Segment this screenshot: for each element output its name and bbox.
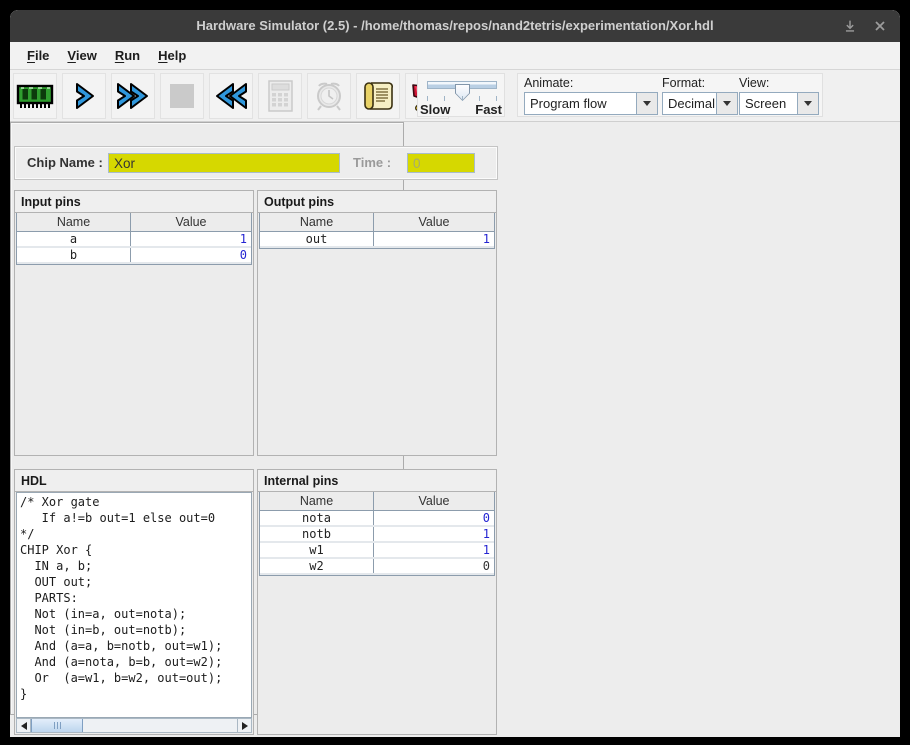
calculator-icon [264, 78, 296, 114]
format-label: Format: [662, 76, 738, 90]
column-header-name: Name [17, 213, 131, 231]
pin-name: w2 [260, 559, 374, 573]
triangle-left-icon [21, 722, 27, 730]
internal-pins-table: Name Value nota 0 notb 1 w1 1 w2 0 [259, 492, 495, 576]
output-pins-table: Name Value out 1 [259, 213, 495, 249]
table-row: notb 1 [260, 527, 494, 543]
output-pins-panel: Output pins Name Value out 1 [257, 190, 497, 456]
pin-value: 1 [374, 543, 494, 557]
triangle-right-icon [242, 722, 248, 730]
close-icon [872, 18, 888, 34]
main-content: Chip Name : Xor Time : 0 Input pins Name… [10, 122, 900, 737]
window-title: Hardware Simulator (2.5) - /home/thomas/… [10, 10, 900, 42]
slider-ticks [427, 96, 497, 101]
table-row: a 1 [17, 232, 251, 248]
menu-file[interactable]: File [18, 44, 58, 67]
single-step-button[interactable] [62, 73, 106, 119]
table-row: out 1 [260, 232, 494, 248]
pin-name: w1 [260, 543, 374, 557]
column-header-name: Name [260, 213, 374, 231]
slider-slow-label: Slow [420, 102, 450, 117]
pin-name: notb [260, 527, 374, 541]
hdl-horizontal-scrollbar[interactable] [16, 718, 252, 733]
chevron-right-icon [69, 80, 99, 112]
memory-chip-icon [15, 79, 55, 113]
input-pins-table: Name Value a 1 b 0 [16, 213, 252, 265]
input-pins-title: Input pins [15, 191, 253, 213]
animate-select[interactable]: Program flow [524, 92, 658, 115]
minimize-icon [841, 17, 859, 35]
load-chip-button[interactable] [13, 73, 57, 119]
pin-value: 0 [374, 511, 494, 525]
slider-fast-label: Fast [475, 102, 502, 117]
menu-view[interactable]: View [58, 44, 105, 67]
view-value: Screen [739, 92, 797, 115]
minimize-button[interactable] [838, 15, 862, 37]
pin-name: nota [260, 511, 374, 525]
table-row: w2 0 [260, 559, 494, 575]
time-field: 0 [407, 153, 475, 173]
pin-name: b [17, 248, 131, 262]
alarm-clock-icon [311, 78, 347, 114]
menu-bar: File View Run Help [10, 42, 900, 70]
chip-name-field[interactable]: Xor [108, 153, 340, 173]
toolbar-buttons [13, 73, 449, 119]
chevron-down-icon[interactable] [636, 92, 658, 115]
format-select[interactable]: Decimal [662, 92, 738, 115]
table-row: w1 1 [260, 543, 494, 559]
time-label: Time : [353, 155, 391, 170]
scroll-left-button[interactable] [17, 719, 31, 732]
internal-pins-panel: Internal pins Name Value nota 0 notb 1 w… [257, 469, 497, 735]
hdl-panel: HDL /* Xor gate If a!=b out=1 else out=0… [14, 469, 254, 735]
hdl-title: HDL [15, 470, 253, 492]
output-pins-title: Output pins [258, 191, 496, 213]
scroll-icon [360, 79, 396, 113]
view-label: View: [739, 76, 819, 90]
format-value: Decimal [662, 92, 716, 115]
table-row: b 0 [17, 248, 251, 264]
pin-value[interactable]: 1 [131, 232, 251, 246]
toolbar: Slow Fast Animate: Program flow Format: … [10, 70, 900, 122]
column-header-name: Name [260, 492, 374, 510]
title-bar: Hardware Simulator (2.5) - /home/thomas/… [10, 10, 900, 42]
slider-track[interactable] [427, 81, 497, 89]
scrollbar-thumb[interactable] [31, 719, 83, 732]
double-chevron-left-icon [212, 80, 250, 112]
double-chevron-right-icon [114, 80, 152, 112]
pin-value: 0 [374, 559, 494, 573]
chevron-down-icon[interactable] [797, 92, 819, 115]
view-select[interactable]: Screen [739, 92, 819, 115]
clock-button [307, 73, 351, 119]
stop-button [160, 73, 204, 119]
animate-label: Animate: [524, 76, 658, 90]
pin-name: out [260, 232, 374, 246]
pin-value: 1 [374, 232, 494, 246]
speed-slider-panel: Slow Fast [417, 73, 505, 117]
run-button[interactable] [111, 73, 155, 119]
chip-name-bar: Chip Name : Xor Time : 0 [14, 146, 498, 180]
input-pins-panel: Input pins Name Value a 1 b 0 [14, 190, 254, 456]
reset-button[interactable] [209, 73, 253, 119]
table-row: nota 0 [260, 511, 494, 527]
dropdown-panel: Animate: Program flow Format: Decimal Vi… [517, 73, 823, 117]
calculator-button [258, 73, 302, 119]
internal-pins-title: Internal pins [258, 470, 496, 492]
view-script-button[interactable] [356, 73, 400, 119]
animate-value: Program flow [524, 92, 636, 115]
menu-help[interactable]: Help [149, 44, 195, 67]
hdl-code-view: /* Xor gate If a!=b out=1 else out=0 */ … [16, 492, 252, 718]
pin-value[interactable]: 0 [131, 248, 251, 262]
gray-square-icon [169, 83, 195, 109]
app-window: Hardware Simulator (2.5) - /home/thomas/… [10, 10, 900, 737]
column-header-value: Value [374, 492, 494, 510]
chip-name-label: Chip Name : [27, 155, 103, 170]
close-button[interactable] [868, 15, 892, 37]
pin-value: 1 [374, 527, 494, 541]
chevron-down-icon[interactable] [716, 92, 738, 115]
column-header-value: Value [131, 213, 251, 231]
menu-run[interactable]: Run [106, 44, 149, 67]
pin-name: a [17, 232, 131, 246]
scroll-right-button[interactable] [237, 719, 251, 732]
column-header-value: Value [374, 213, 494, 231]
